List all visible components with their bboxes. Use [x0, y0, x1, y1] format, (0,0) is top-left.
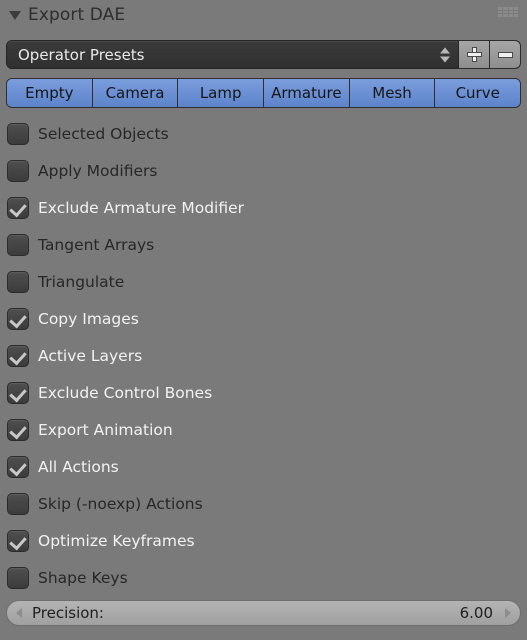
option-label: Skip (-noexp) Actions — [38, 494, 203, 513]
option-row[interactable]: Exclude Control Bones — [0, 374, 527, 411]
tab-label: Curve — [455, 84, 500, 102]
checkbox-checked-icon[interactable] — [7, 344, 29, 367]
option-label: Selected Objects — [38, 124, 169, 143]
option-row[interactable]: Active Layers — [0, 337, 527, 374]
tab-mesh[interactable]: Mesh — [349, 79, 436, 107]
option-row[interactable]: Shape Keys — [0, 559, 527, 596]
option-label: Active Layers — [38, 346, 143, 365]
option-label: Export Animation — [38, 420, 173, 439]
option-row[interactable]: Tangent Arrays — [0, 226, 527, 263]
option-label: Copy Images — [38, 309, 139, 328]
operator-presets-value: Operator Presets — [18, 45, 145, 64]
precision-value: 6.00 — [459, 604, 493, 622]
option-label: Exclude Armature Modifier — [38, 198, 245, 217]
checkbox-unchecked-icon[interactable] — [7, 122, 29, 145]
add-preset-button[interactable] — [459, 40, 490, 69]
tab-label: Empty — [25, 84, 74, 102]
page-title: Export DAE — [28, 5, 126, 25]
checkbox-unchecked-icon[interactable] — [7, 492, 29, 515]
tab-label: Armature — [271, 84, 342, 102]
option-row[interactable]: Skip (-noexp) Actions — [0, 485, 527, 522]
tab-empty[interactable]: Empty — [7, 79, 93, 107]
checkbox-checked-icon[interactable] — [7, 196, 29, 219]
panel-header[interactable]: Export DAE — [0, 0, 527, 30]
arrow-left-icon[interactable] — [16, 608, 22, 618]
option-row[interactable]: Optimize Keyframes — [0, 522, 527, 559]
option-row[interactable]: Triangulate — [0, 263, 527, 300]
option-label: Shape Keys — [38, 568, 128, 587]
option-row[interactable]: Export Animation — [0, 411, 527, 448]
triangle-down-icon[interactable] — [9, 10, 21, 20]
checkbox-unchecked-icon[interactable] — [7, 159, 29, 182]
checkbox-unchecked-icon[interactable] — [7, 233, 29, 256]
preset-row: Operator Presets — [6, 40, 521, 69]
checkbox-checked-icon[interactable] — [7, 418, 29, 441]
option-row[interactable]: Selected Objects — [0, 115, 527, 152]
option-label: All Actions — [38, 457, 119, 476]
option-label: Exclude Control Bones — [38, 383, 213, 402]
option-row[interactable]: Exclude Armature Modifier — [0, 189, 527, 226]
remove-preset-button[interactable] — [490, 40, 521, 69]
checkbox-checked-icon[interactable] — [7, 307, 29, 330]
arrow-right-icon[interactable] — [505, 608, 511, 618]
tab-label: Camera — [105, 84, 165, 102]
precision-slider[interactable]: Precision: 6.00 — [6, 600, 521, 626]
option-list: Selected Objects Apply Modifiers Exclude A… — [0, 115, 527, 596]
up-down-arrows-icon[interactable] — [440, 47, 450, 62]
tab-armature[interactable]: Armature — [264, 79, 350, 107]
tab-label: Lamp — [199, 84, 242, 102]
checkbox-checked-icon[interactable] — [7, 529, 29, 552]
tab-curve[interactable]: Curve — [435, 79, 520, 107]
option-row[interactable]: All Actions — [0, 448, 527, 485]
plus-icon — [466, 47, 482, 62]
tab-lamp[interactable]: Lamp — [178, 79, 265, 107]
option-label: Apply Modifiers — [38, 161, 158, 180]
option-label: Triangulate — [38, 272, 125, 291]
option-row[interactable]: Apply Modifiers — [0, 152, 527, 189]
checkbox-unchecked-icon[interactable] — [7, 566, 29, 589]
operator-presets-dropdown[interactable]: Operator Presets — [6, 40, 459, 69]
tab-camera[interactable]: Camera — [92, 79, 179, 107]
checkbox-checked-icon[interactable] — [7, 455, 29, 478]
option-label: Tangent Arrays — [38, 235, 155, 254]
checkbox-unchecked-icon[interactable] — [7, 270, 29, 293]
option-row[interactable]: Copy Images — [0, 300, 527, 337]
export-dae-panel: Export DAE Operator Presets Empty Camera… — [0, 0, 527, 640]
option-label: Optimize Keyframes — [38, 531, 195, 550]
object-type-tabs: Empty Camera Lamp Armature Mesh Curve — [6, 78, 521, 108]
minus-icon — [497, 51, 513, 58]
checkbox-checked-icon[interactable] — [7, 381, 29, 404]
tab-label: Mesh — [372, 84, 412, 102]
grip-dots-icon[interactable] — [498, 7, 518, 17]
precision-label: Precision: — [32, 604, 104, 622]
